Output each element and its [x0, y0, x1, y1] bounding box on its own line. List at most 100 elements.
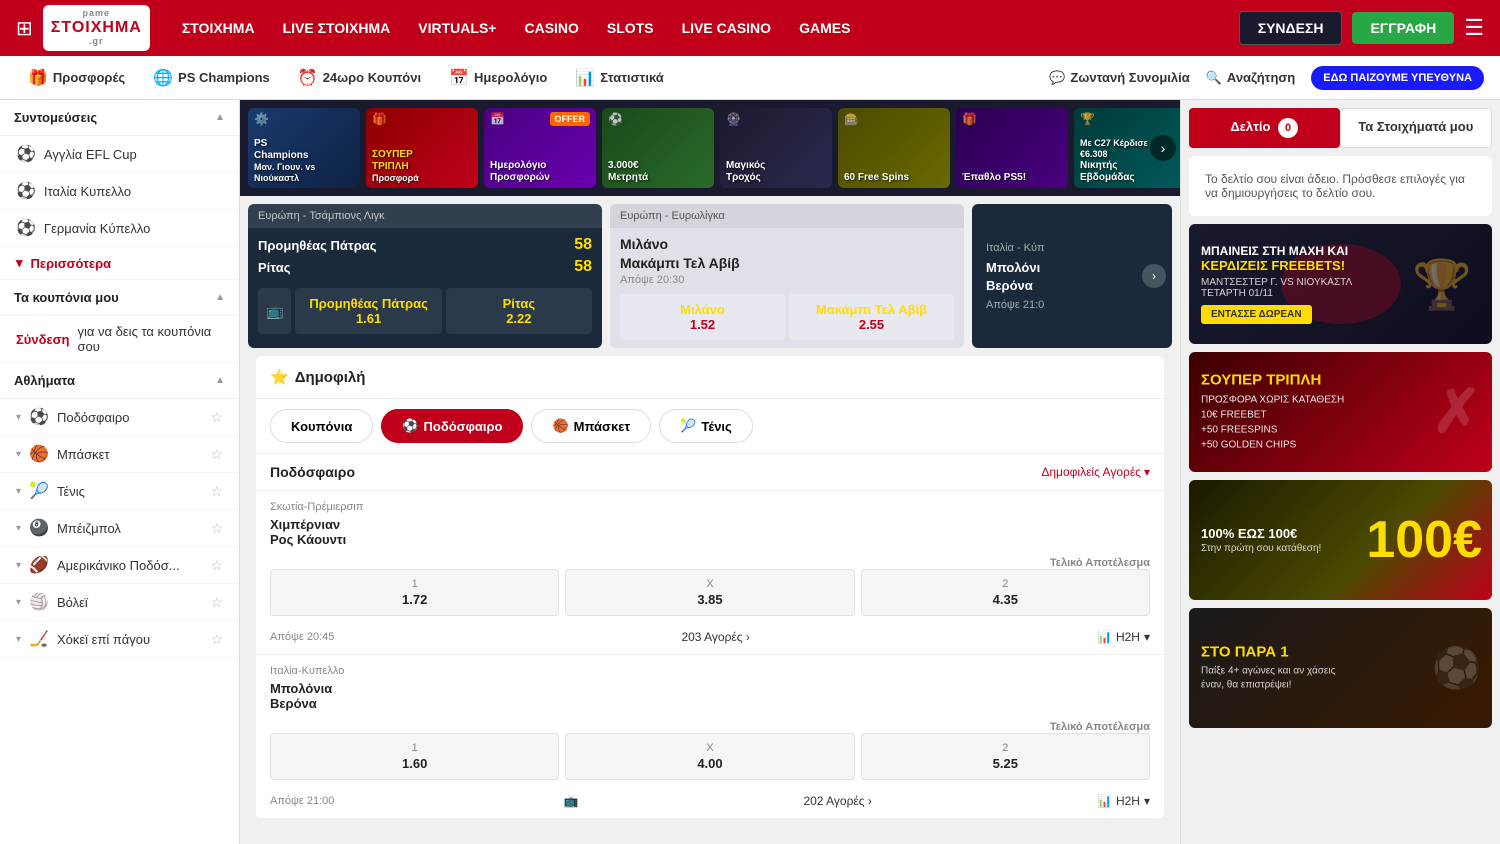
amfootball-label: Αμερικάνικο Ποδόσ... — [57, 558, 180, 573]
grid-icon[interactable]: ⊞ — [16, 16, 33, 41]
sport-tennis[interactable]: ▾ 🎾 Τένις ☆ — [0, 473, 239, 510]
live-tv-icon[interactable]: 📺 — [258, 288, 291, 334]
sports-header[interactable]: Αθλήματα ▲ — [0, 363, 239, 399]
shortcut-germany[interactable]: ⚽ Γερμανία Κύπελλο — [0, 210, 239, 247]
promo-card-label-5: 60 Free Spins — [844, 172, 944, 184]
promo-card-5[interactable]: 🎰 60 Free Spins — [838, 108, 950, 188]
live-chat-button[interactable]: 💬 Ζωντανή Συνομιλία — [1049, 70, 1190, 86]
responsible-gaming-button[interactable]: ΕΔΩ ΠΑΙΖΟΥΜΕ ΥΠΕΥΘΥΝΑ — [1311, 66, 1484, 90]
sport-american-football[interactable]: ▾ 🏈 Αμερικάνικο Ποδόσ... ☆ — [0, 547, 239, 584]
odd-1-match-0[interactable]: 1 1.72 — [270, 569, 559, 616]
star-volleyball[interactable]: ☆ — [210, 594, 223, 611]
promo-banner-2[interactable]: 100% ΕΩΣ 100€ Στην πρώτη σου κατάθεση! 1… — [1189, 480, 1492, 600]
betslip-tab-active[interactable]: Δελτίο 0 — [1189, 108, 1340, 148]
banner-date-0: ΤΕΤΑΡΤΗ 01/11 — [1201, 288, 1352, 299]
more-markets-0[interactable]: 203 Αγορές › — [681, 630, 749, 644]
nav-slots[interactable]: SLOTS — [607, 20, 654, 36]
odd-2-match-0[interactable]: 2 4.35 — [861, 569, 1150, 616]
star-football[interactable]: ☆ — [210, 409, 223, 426]
odd-val-x-0: 3.85 — [574, 592, 845, 607]
star-basketball[interactable]: ☆ — [210, 446, 223, 463]
promo-banner-1[interactable]: ΣΟΥΠΕΡ ΤΡΙΠΛΗ ΠΡΟΣΦΟΡΑ ΧΩΡΙΣ ΚΑΤΑΘΕΣΗ 10… — [1189, 352, 1492, 472]
offer-badge: OFFER — [550, 112, 591, 126]
nav-live-casino[interactable]: LIVE CASINO — [682, 20, 771, 36]
odd-1-match-1[interactable]: 1 1.60 — [270, 733, 559, 780]
promo-card-3[interactable]: ⚽ 3.000€Μετρητά — [602, 108, 714, 188]
promo-next-button[interactable]: › — [1150, 135, 1176, 161]
shortcut-italy[interactable]: ⚽ Ιταλία Κυπελλο — [0, 173, 239, 210]
search-button[interactable]: 🔍 Αναζήτηση — [1206, 70, 1296, 86]
promo-card-icon-1: 🎁 — [372, 112, 387, 126]
promo-card-4[interactable]: 🎡 ΜαγικόςΤροχός — [720, 108, 832, 188]
live-card-1[interactable]: Ευρώπη - Ευρωλίγκα Μιλάνο Μακάμπι Τελ Αβ… — [610, 204, 964, 348]
sport-volleyball[interactable]: ▾ 🏐 Βόλεϊ ☆ — [0, 584, 239, 621]
banner-highlight-0: ΚΕΡΔΙΖΕΙΣ FREEBETS! — [1201, 258, 1352, 273]
tab-tennis[interactable]: 🎾 Τένις — [659, 409, 753, 443]
sport-hockey[interactable]: ▾ 🏒 Χόκεϊ επί πάγου ☆ — [0, 621, 239, 658]
banner-title-2: 100% ΕΩΣ 100€ — [1201, 526, 1321, 541]
h2h-button-0[interactable]: 📊 H2H ▾ — [1097, 630, 1150, 644]
banner-cta-0[interactable]: ΕΝΤΑΣΣΕ ΔΩΡΕΑΝ — [1201, 305, 1312, 324]
promo-card-2[interactable]: 📅 ΗμερολόγιοΠροσφορών OFFER — [484, 108, 596, 188]
promo-card-0[interactable]: ⚙️ PSChampions Μαν. Γιουν. vsΝιούκαστλ — [248, 108, 360, 188]
sport-basketball[interactable]: ▾ 🏀 Μπάσκετ ☆ — [0, 436, 239, 473]
odd-2-match-1[interactable]: 2 5.25 — [861, 733, 1150, 780]
odd-x-match-0[interactable]: Χ 3.85 — [565, 569, 854, 616]
banner-text-1: ΣΟΥΠΕΡ ΤΡΙΠΛΗ ΠΡΟΣΦΟΡΑ ΧΩΡΙΣ ΚΑΤΑΘΕΣΗ 10… — [1201, 372, 1344, 453]
live-odd-team2[interactable]: Ρίτας 2.22 — [446, 288, 592, 334]
stats-item[interactable]: 📊 Στατιστικά — [563, 62, 675, 94]
live-odd-maccabi[interactable]: Μακάμπι Τελ Αβίβ 2.55 — [789, 294, 954, 340]
promo-card-icon-5: 🎰 — [844, 112, 859, 126]
star-hockey[interactable]: ☆ — [210, 631, 223, 648]
more-shortcuts[interactable]: ▾ Περισσότερα — [0, 247, 239, 280]
live-odd-team1[interactable]: Προμηθέας Πάτρας 1.61 — [295, 288, 441, 334]
odd-x-match-1[interactable]: Χ 4.00 — [565, 733, 854, 780]
baseball-label: Μπέιζμπολ — [57, 521, 121, 536]
sport-baseball[interactable]: ▾ 🎱 Μπέιζμπολ ☆ — [0, 510, 239, 547]
24h-coupon-item[interactable]: ⏰ 24ωρο Κουπόνι — [286, 62, 433, 94]
live-team2-0: Ρίτας 58 — [258, 258, 592, 276]
my-coupons-header[interactable]: Τα κουπόνια μου ▲ — [0, 280, 239, 316]
promo-card-label-2: ΗμερολόγιοΠροσφορών — [490, 160, 590, 184]
live-card-2[interactable]: Ιταλία - Κύπ Μπολόνι Βερόνα Απόψε 21:0 › — [972, 204, 1172, 348]
more-markets-1[interactable]: 202 Αγορές › — [803, 794, 871, 808]
tab-football[interactable]: ⚽ Ποδόσφαιρο — [381, 409, 523, 443]
star-amfootball[interactable]: ☆ — [210, 557, 223, 574]
register-button[interactable]: ΕΓΓΡΑΦΗ — [1352, 12, 1454, 44]
promo-card-label-3: 3.000€Μετρητά — [608, 160, 708, 184]
promo-card-6[interactable]: 🎁 Έπαθλο PS5! — [956, 108, 1068, 188]
my-bets-tab[interactable]: Τα Στοιχήματά μου — [1340, 108, 1493, 148]
popular-markets-button[interactable]: Δημοφιλείς Αγορές ▾ — [1041, 465, 1150, 479]
coupon-signin-row[interactable]: Σύνδεση για να δεις τα κουπόνια σου — [0, 316, 239, 363]
h2h-button-1[interactable]: 📊 H2H ▾ — [1097, 794, 1150, 808]
shortcuts-header[interactable]: Συντομεύσεις ▲ — [0, 100, 239, 136]
star-tennis[interactable]: ☆ — [210, 483, 223, 500]
live-card-0[interactable]: Ευρώπη - Τσάμπιονς Λιγκ Προμηθέας Πάτρας… — [248, 204, 602, 348]
ps-champions-item[interactable]: 🌐 PS Champions — [141, 62, 282, 94]
promo-card-1[interactable]: 🎁 ΣΟΥΠΕΡΤΡΙΠΛΗ Προσφορά — [366, 108, 478, 188]
chevron-h2h-1: ▾ — [1144, 794, 1150, 808]
site-logo[interactable]: pame ΣΤΟΙΧΗΜΑ .gr — [43, 5, 150, 50]
search-label: Αναζήτηση — [1227, 70, 1295, 85]
calendar-item[interactable]: 📅 Ημερολόγιο — [437, 62, 559, 94]
live-odd-team2-val: 2.22 — [450, 311, 588, 326]
nav-games[interactable]: GAMES — [799, 20, 850, 36]
signin-button[interactable]: ΣΥΝΔΕΣΗ — [1239, 11, 1343, 45]
hamburger-icon[interactable]: ☰ — [1464, 15, 1484, 41]
star-baseball[interactable]: ☆ — [210, 520, 223, 537]
nav-live-stoixima[interactable]: LIVE ΣΤΟΙΧΗΜΑ — [283, 20, 391, 36]
tab-basketball[interactable]: 🏀 Μπάσκετ — [531, 409, 651, 443]
live-odd-maccabi-val: 2.55 — [793, 317, 950, 332]
promo-banner-3[interactable]: ΣΤΟ ΠΑΡΑ 1 Παίξε 4+ αγώνες και αν χάσεις… — [1189, 608, 1492, 728]
live-odd-milan[interactable]: Μιλάνο 1.52 — [620, 294, 785, 340]
live-card-next-button[interactable]: › — [1142, 264, 1166, 288]
sport-football[interactable]: ▾ ⚽ Ποδόσφαιρο ☆ — [0, 399, 239, 436]
prosfores-item[interactable]: 🎁 Προσφορές — [16, 62, 137, 94]
signin-link[interactable]: Σύνδεση — [16, 332, 70, 347]
nav-stoixima[interactable]: ΣΤΟΙΧΗΜΑ — [182, 20, 255, 36]
tab-coupons[interactable]: Κουπόνια — [270, 409, 373, 443]
nav-casino[interactable]: CASINO — [524, 20, 578, 36]
nav-virtuals[interactable]: VIRTUALS+ — [418, 20, 496, 36]
promo-banner-0[interactable]: ΜΠΑΙΝΕΙΣ ΣΤΗ ΜΑΧΗ ΚΑΙ ΚΕΡΔΙΖΕΙΣ FREEBETS… — [1189, 224, 1492, 344]
shortcut-england[interactable]: ⚽ Αγγλία EFL Cup — [0, 136, 239, 173]
